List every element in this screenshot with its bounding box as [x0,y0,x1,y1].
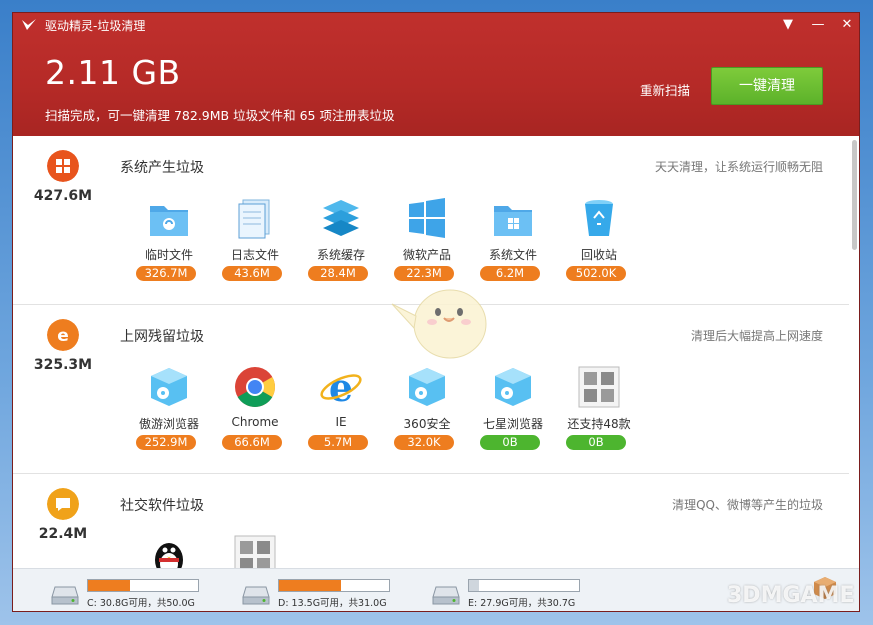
qq-penguin-icon [155,543,183,568]
item-qq[interactable] [130,534,208,568]
item-360-browser[interactable]: 360安全 32.0K [388,365,466,457]
item-system-cache[interactable]: 系统缓存 28.4M [302,196,380,288]
section-tip: 清理QQ、微博等产生的垃圾 [672,498,823,512]
section-tip: 清理后大幅提高上网速度 [690,329,823,343]
more-social-icon [234,535,276,568]
item-size-badge: 502.0K [566,266,626,281]
scrollbar-thumb[interactable] [852,140,857,250]
item-label: 系统缓存 [316,248,365,262]
svg-text:e: e [329,365,353,409]
one-click-clean-button[interactable]: 一键清理 [711,67,823,105]
drive-d: D: 13.5G可用，共31.0G [242,577,422,609]
item-size-badge: 0B [566,435,626,450]
header-banner: 驱动精灵-垃圾清理 ▼ — ✕ 2.11 GB 扫描完成，可一键清理 782.9… [13,13,859,136]
item-more-browsers[interactable]: 还支持48款 0B [560,365,638,457]
rescan-link[interactable]: 重新扫描 [640,80,690,99]
disk-info-text: D: 13.5G可用，共31.0G [278,598,387,609]
disk-usage-bar [278,579,390,592]
hard-drive-icon [242,586,270,605]
item-maxthon[interactable]: 傲游浏览器 252.9M [130,365,208,457]
item-qixing-browser[interactable]: 七星浏览器 0B [474,365,552,457]
section-title: 上网残留垃圾 [120,329,204,345]
svg-text:e: e [57,326,69,346]
windows-logo-icon [47,150,79,182]
item-label: 七星浏览器 [482,417,543,431]
site-watermark: 3DMGAME [727,583,855,608]
item-ie[interactable]: e IE 5.7M [302,365,380,457]
item-recycle-bin[interactable]: 回收站 502.0K [560,196,638,288]
disk-usage-fill [469,580,479,591]
item-label: IE [335,415,347,429]
360-browser-icon [409,368,445,406]
app-window: 驱动精灵-垃圾清理 ▼ — ✕ 2.11 GB 扫描完成，可一键清理 782.9… [12,12,860,612]
item-size-badge: 252.9M [136,435,196,450]
section-size: 427.6M [33,188,93,204]
item-label: 日志文件 [230,248,279,262]
windows-product-icon [409,198,445,238]
disk-usage-fill [279,580,341,591]
section-size: 22.4M [38,526,88,542]
disk-usage-bar [87,579,199,592]
disk-usage-bar [468,579,580,592]
item-size-badge: 326.7M [136,266,196,281]
title-bar[interactable]: 驱动精灵-垃圾清理 ▼ — ✕ [13,13,859,37]
item-size-badge: 32.0K [394,435,454,450]
item-size-badge: 28.4M [308,266,368,281]
total-junk-size: 2.11 GB [45,53,181,92]
disk-info-text: E: 27.9G可用，共30.7G [468,598,576,609]
ie-icon: e [320,365,362,409]
temp-folder-icon [150,206,188,236]
maxthon-browser-icon [151,368,187,406]
mascot-watermark-icon [391,289,487,359]
item-size-badge: 66.6M [222,435,282,450]
item-label: 360安全 [403,417,451,431]
more-browsers-icon [578,366,620,408]
item-label: 临时文件 [144,248,193,262]
section-size: 325.3M [33,357,93,373]
qixing-browser-icon [495,368,531,406]
item-size-badge: 5.7M [308,435,368,450]
section-social-junk: 22.4M 社交软件垃圾 清理QQ、微博等产生的垃圾 [13,474,849,568]
window-title: 驱动精灵-垃圾清理 [45,19,146,33]
item-more-social[interactable] [216,534,294,568]
drive-e: E: 27.9G可用，共30.7G [432,577,612,609]
system-cache-icon [323,200,359,236]
item-chrome[interactable]: Chrome 66.6M [216,365,294,457]
item-label: 回收站 [580,248,617,262]
item-label: 傲游浏览器 [138,417,199,431]
item-label: 还支持48款 [567,417,631,431]
system-folder-icon [494,206,532,236]
vertical-scrollbar[interactable] [850,136,859,568]
item-label: Chrome [231,415,279,429]
dropdown-menu-icon[interactable]: ▼ [779,16,797,34]
recycle-bin-icon [585,200,613,236]
drive-c: C: 30.8G可用，共50.0G [51,577,231,609]
ie-browser-icon: e [47,319,79,351]
section-title: 社交软件垃圾 [120,498,204,514]
item-windows-products[interactable]: 微软产品 22.3M [388,196,466,288]
item-temp-files[interactable]: 临时文件 326.7M [130,196,208,288]
scan-summary: 扫描完成，可一键清理 782.9MB 垃圾文件和 65 项注册表垃圾 [45,108,395,123]
log-file-icon [238,199,270,239]
disk-info-text: C: 30.8G可用，共50.0G [87,598,195,609]
minimize-icon[interactable]: — [809,16,827,34]
section-title: 系统产生垃圾 [120,160,204,176]
section-tip: 天天清理，让系统运行顺畅无阻 [654,160,823,174]
hard-drive-icon [432,586,460,605]
app-logo-icon [22,19,36,30]
chrome-icon [235,367,275,407]
item-system-files[interactable]: 系统文件 6.2M [474,196,552,288]
disk-usage-fill [88,580,130,591]
hard-drive-icon [51,586,79,605]
item-size-badge: 0B [480,435,540,450]
item-size-badge: 43.6M [222,266,282,281]
close-icon[interactable]: ✕ [838,16,856,34]
chat-bubble-icon [47,488,79,520]
item-label: 系统文件 [488,248,537,262]
item-log-files[interactable]: 日志文件 43.6M [216,196,294,288]
item-label: 微软产品 [402,248,451,262]
